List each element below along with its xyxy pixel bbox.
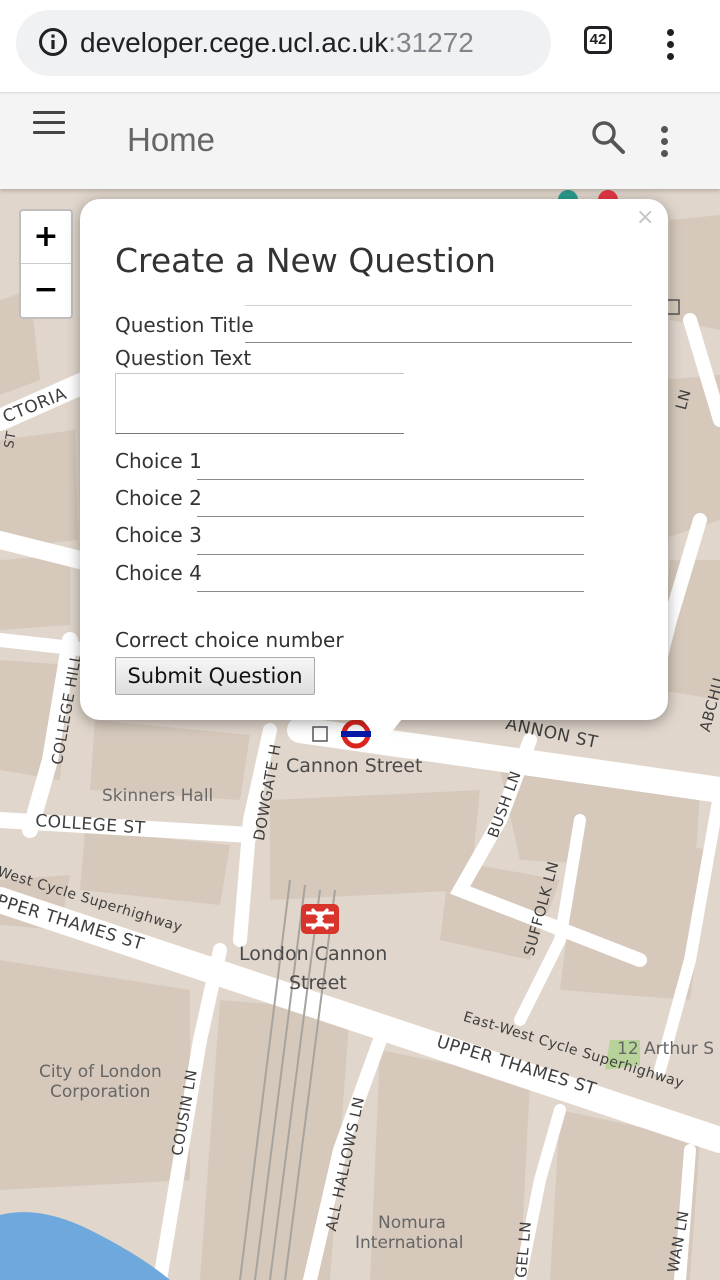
place-label-12-arthur: 12 Arthur S [617, 1039, 715, 1059]
submit-question-button[interactable]: Submit Question [115, 657, 315, 695]
place-label-skinners-hall: Skinners Hall [102, 786, 214, 806]
choice-2-label: Choice 2 [115, 486, 202, 510]
popup-tip [362, 719, 402, 744]
place-label-city-of-london-1: City of London [39, 1062, 162, 1082]
choice-3-input[interactable] [197, 517, 584, 555]
choice-2-input[interactable] [197, 479, 584, 517]
question-title-label: Question Title [115, 313, 254, 337]
url-host: developer.cege.ucl.ac.uk [80, 27, 389, 58]
browser-menu-icon[interactable] [667, 29, 675, 65]
zoom-in-button[interactable]: + [21, 211, 71, 263]
question-text-input[interactable] [115, 373, 404, 434]
place-label-cannon-street: Cannon Street [286, 755, 423, 777]
place-label-london-cannon-street-2: Street [289, 972, 347, 994]
zoom-out-button[interactable]: − [21, 263, 71, 316]
place-label-nomura-1: Nomura [378, 1213, 446, 1233]
popup-title: Create a New Question [115, 241, 496, 280]
question-text-label: Question Text [115, 346, 252, 370]
tab-switcher-button[interactable]: 42 [584, 26, 612, 54]
choice-1-input[interactable] [197, 442, 584, 480]
close-icon[interactable]: × [636, 205, 654, 230]
hamburger-menu-icon[interactable] [33, 111, 65, 141]
app-menu-icon[interactable] [661, 126, 669, 162]
place-label-nomura-2: International [355, 1233, 464, 1253]
street-label-st-left: ST [2, 430, 20, 450]
info-icon[interactable] [38, 27, 68, 57]
place-label-city-of-london-2: Corporation [50, 1082, 151, 1102]
choice-4-input[interactable] [197, 554, 584, 592]
choice-4-label: Choice 4 [115, 561, 202, 585]
place-label-london-cannon-street-1: London Cannon [239, 943, 388, 965]
question-title-input[interactable] [245, 305, 632, 343]
search-icon[interactable] [590, 119, 626, 155]
address-bar[interactable]: developer.cege.ucl.ac.uk:31272 [16, 10, 551, 76]
app-bar: Home [0, 92, 720, 189]
zoom-control: + − [19, 209, 73, 319]
page-title: Home [127, 121, 216, 158]
question-popup: × Create a New Question Question Title Q… [80, 199, 668, 720]
url-text: developer.cege.ucl.ac.uk:31272 [80, 27, 474, 59]
url-port: :31272 [388, 27, 474, 58]
choice-1-label: Choice 1 [115, 449, 202, 473]
choice-3-label: Choice 3 [115, 523, 202, 547]
browser-toolbar: developer.cege.ucl.ac.uk:31272 42 [0, 0, 720, 92]
correct-choice-label: Correct choice number [115, 628, 344, 652]
